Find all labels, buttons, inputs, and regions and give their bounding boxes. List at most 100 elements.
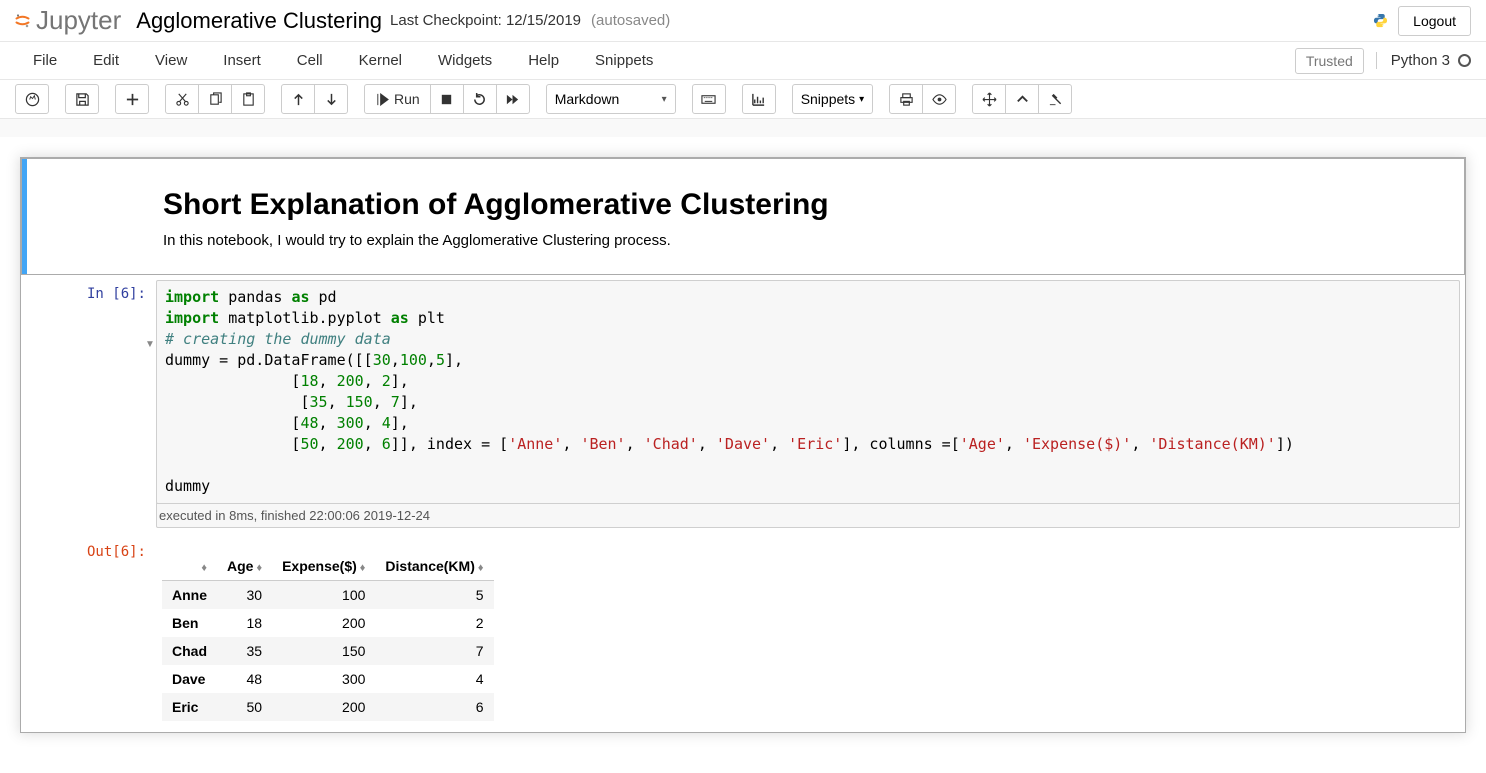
md-body: In this notebook, I would try to explain…	[163, 232, 1453, 249]
notebook-container: Short Explanation of Agglomerative Clust…	[20, 157, 1466, 733]
fast-forward-icon	[505, 92, 520, 107]
command-palette-button[interactable]	[692, 84, 726, 114]
run-button[interactable]: Run	[364, 84, 431, 114]
chart-button[interactable]	[742, 84, 776, 114]
move-down-button[interactable]	[314, 84, 348, 114]
sort-icon: ♦	[478, 562, 484, 574]
celltype-value: Markdown	[555, 91, 620, 107]
col-distance[interactable]: Distance(KM)♦	[375, 552, 493, 581]
caret-down-icon: ▾	[859, 94, 864, 105]
preview-button[interactable]	[922, 84, 956, 114]
print-button[interactable]	[889, 84, 923, 114]
python-icon	[1373, 13, 1388, 28]
col-age[interactable]: Age♦	[217, 552, 272, 581]
jupyter-icon	[15, 13, 30, 28]
sort-icon: ♦	[256, 562, 262, 574]
sort-icon: ♦	[360, 562, 366, 574]
gavel-button[interactable]	[1038, 84, 1072, 114]
floppy-save-button[interactable]	[65, 84, 99, 114]
markdown-cell[interactable]: Short Explanation of Agglomerative Clust…	[21, 158, 1465, 275]
fold-icon[interactable]: ▼	[145, 339, 155, 350]
insert-cell-button[interactable]	[115, 84, 149, 114]
col-expense[interactable]: Expense($)♦	[272, 552, 375, 581]
row-idx: Dave	[162, 665, 217, 693]
menu-snippets[interactable]: Snippets	[577, 44, 671, 77]
output-prompt: Out[6]:	[26, 538, 156, 727]
copy-button[interactable]	[198, 84, 232, 114]
code-text: import pandas as pd import matplotlib.py…	[165, 287, 1451, 497]
eye-icon	[932, 92, 947, 107]
menu-edit[interactable]: Edit	[75, 44, 137, 77]
checkpoint-text: Last Checkpoint: 12/15/2019	[390, 12, 581, 29]
menu-help[interactable]: Help	[510, 44, 577, 77]
print-icon	[899, 92, 914, 107]
plus-icon	[125, 92, 140, 107]
menubar: File Edit View Insert Cell Kernel Widget…	[0, 42, 1486, 80]
move-up-button[interactable]	[281, 84, 315, 114]
menu-widgets[interactable]: Widgets	[420, 44, 510, 77]
cut-icon	[175, 92, 190, 107]
code-cell[interactable]: In [6]: ▼ import pandas as pd import mat…	[21, 275, 1465, 533]
output-cell: Out[6]: ♦ Age♦ Expense($)♦ Distance(KM)♦…	[21, 533, 1465, 732]
logout-button[interactable]: Logout	[1398, 6, 1471, 36]
table-row: Eric502006	[162, 693, 494, 721]
stop-icon	[439, 92, 454, 107]
celltype-select[interactable]: Markdown	[546, 84, 676, 114]
row-idx: Anne	[162, 581, 217, 610]
table-row: Ben182002	[162, 609, 494, 637]
up-button[interactable]	[1005, 84, 1039, 114]
run-label: Run	[394, 91, 420, 107]
snippets-label: Snippets	[801, 91, 855, 107]
paste-button[interactable]	[231, 84, 265, 114]
table-row: Dave483004	[162, 665, 494, 693]
restart-icon	[472, 92, 487, 107]
index-header[interactable]: ♦	[162, 552, 217, 581]
toolbar: Run Markdown Snippets ▾	[0, 80, 1486, 119]
keyboard-icon	[701, 92, 716, 107]
trusted-indicator[interactable]: Trusted	[1295, 48, 1364, 74]
row-idx: Chad	[162, 637, 217, 665]
restart-button[interactable]	[463, 84, 497, 114]
notebook-title[interactable]: Agglomerative Clustering	[136, 8, 382, 34]
header: Jupyter Agglomerative Clustering Last Ch…	[0, 0, 1486, 42]
interrupt-button[interactable]	[430, 84, 464, 114]
jupyter-logo[interactable]: Jupyter	[15, 5, 121, 36]
input-prompt: In [6]:	[26, 280, 156, 528]
kernel-label: Python 3	[1391, 52, 1450, 69]
row-idx: Eric	[162, 693, 217, 721]
dataframe-table: ♦ Age♦ Expense($)♦ Distance(KM)♦ Anne301…	[162, 552, 494, 721]
chart-icon	[751, 92, 766, 107]
sort-icon: ♦	[201, 562, 207, 574]
snippets-dropdown[interactable]: Snippets ▾	[792, 84, 874, 114]
table-header-row: ♦ Age♦ Expense($)♦ Distance(KM)♦	[162, 552, 494, 581]
menu-insert[interactable]: Insert	[205, 44, 279, 77]
execution-info: executed in 8ms, finished 22:00:06 2019-…	[156, 503, 1460, 528]
kernel-status-icon	[1458, 54, 1471, 67]
menu-file[interactable]: File	[15, 44, 75, 77]
autosave-text: (autosaved)	[591, 12, 670, 29]
chevron-up-icon	[1015, 92, 1030, 107]
save-button[interactable]	[15, 84, 49, 114]
menu-cell[interactable]: Cell	[279, 44, 341, 77]
arrow-down-icon	[324, 92, 339, 107]
logo-text: Jupyter	[36, 5, 121, 36]
move-icon	[982, 92, 997, 107]
cut-button[interactable]	[165, 84, 199, 114]
md-heading: Short Explanation of Agglomerative Clust…	[163, 188, 1453, 222]
menu-view[interactable]: View	[137, 44, 205, 77]
run-icon	[375, 92, 390, 107]
table-row: Anne301005	[162, 581, 494, 610]
prompt-empty	[27, 164, 157, 269]
row-idx: Ben	[162, 609, 217, 637]
kernel-name[interactable]: Python 3	[1376, 52, 1471, 69]
arrow-up-icon	[291, 92, 306, 107]
copy-icon	[208, 92, 223, 107]
paste-icon	[241, 92, 256, 107]
move-button[interactable]	[972, 84, 1006, 114]
floppy-icon	[75, 92, 90, 107]
gavel-icon	[1048, 92, 1063, 107]
menu-kernel[interactable]: Kernel	[341, 44, 420, 77]
save-icon	[25, 92, 40, 107]
restart-run-all-button[interactable]	[496, 84, 530, 114]
code-input-area[interactable]: ▼ import pandas as pd import matplotlib.…	[156, 280, 1460, 504]
